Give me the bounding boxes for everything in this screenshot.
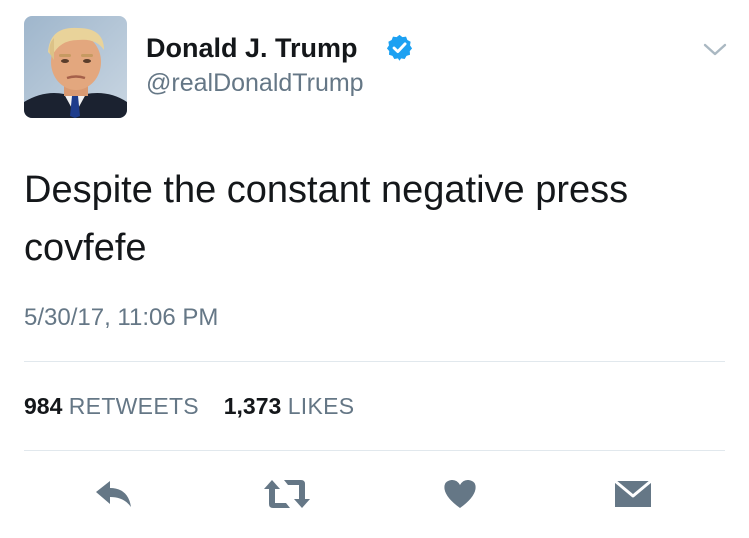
tweet-timestamp[interactable]: 5/30/17, 11:06 PM: [24, 303, 218, 333]
reply-icon: [96, 481, 131, 507]
author-name[interactable]: Donald J. Trump: [146, 32, 358, 64]
retweet-icon: [264, 480, 310, 508]
avatar[interactable]: [24, 16, 127, 118]
likes-count: 1,373: [223, 393, 282, 419]
retweets-count: 984: [24, 393, 63, 419]
profile-photo-image: [24, 16, 127, 118]
divider: [24, 450, 725, 451]
direct-message-button[interactable]: [612, 474, 654, 514]
envelope-icon: [614, 479, 652, 507]
likes-label: LIKES: [287, 393, 355, 419]
engagement-stats: 984 RETWEETS 1,373 LIKES: [24, 392, 354, 420]
tweet-text-line-2: covfefe: [24, 227, 147, 269]
verified-badge-icon: [386, 34, 413, 61]
retweets-label: RETWEETS: [68, 393, 199, 419]
author-handle[interactable]: @realDonaldTrump: [146, 68, 364, 98]
chevron-down-icon[interactable]: [702, 40, 728, 58]
reply-button[interactable]: [92, 474, 136, 514]
tweet-card: Donald J. Trump @realDonaldTrump Despite…: [0, 0, 749, 538]
tweet-text: Despite the constant negative press covf…: [24, 161, 714, 277]
heart-icon: [444, 479, 476, 508]
divider: [24, 361, 725, 362]
like-button[interactable]: [440, 474, 480, 514]
retweet-button[interactable]: [262, 474, 312, 514]
retweets-stat[interactable]: 984 RETWEETS: [24, 393, 205, 419]
likes-stat[interactable]: 1,373 LIKES: [217, 393, 354, 419]
tweet-text-line-1: Despite the constant negative press: [24, 169, 629, 211]
